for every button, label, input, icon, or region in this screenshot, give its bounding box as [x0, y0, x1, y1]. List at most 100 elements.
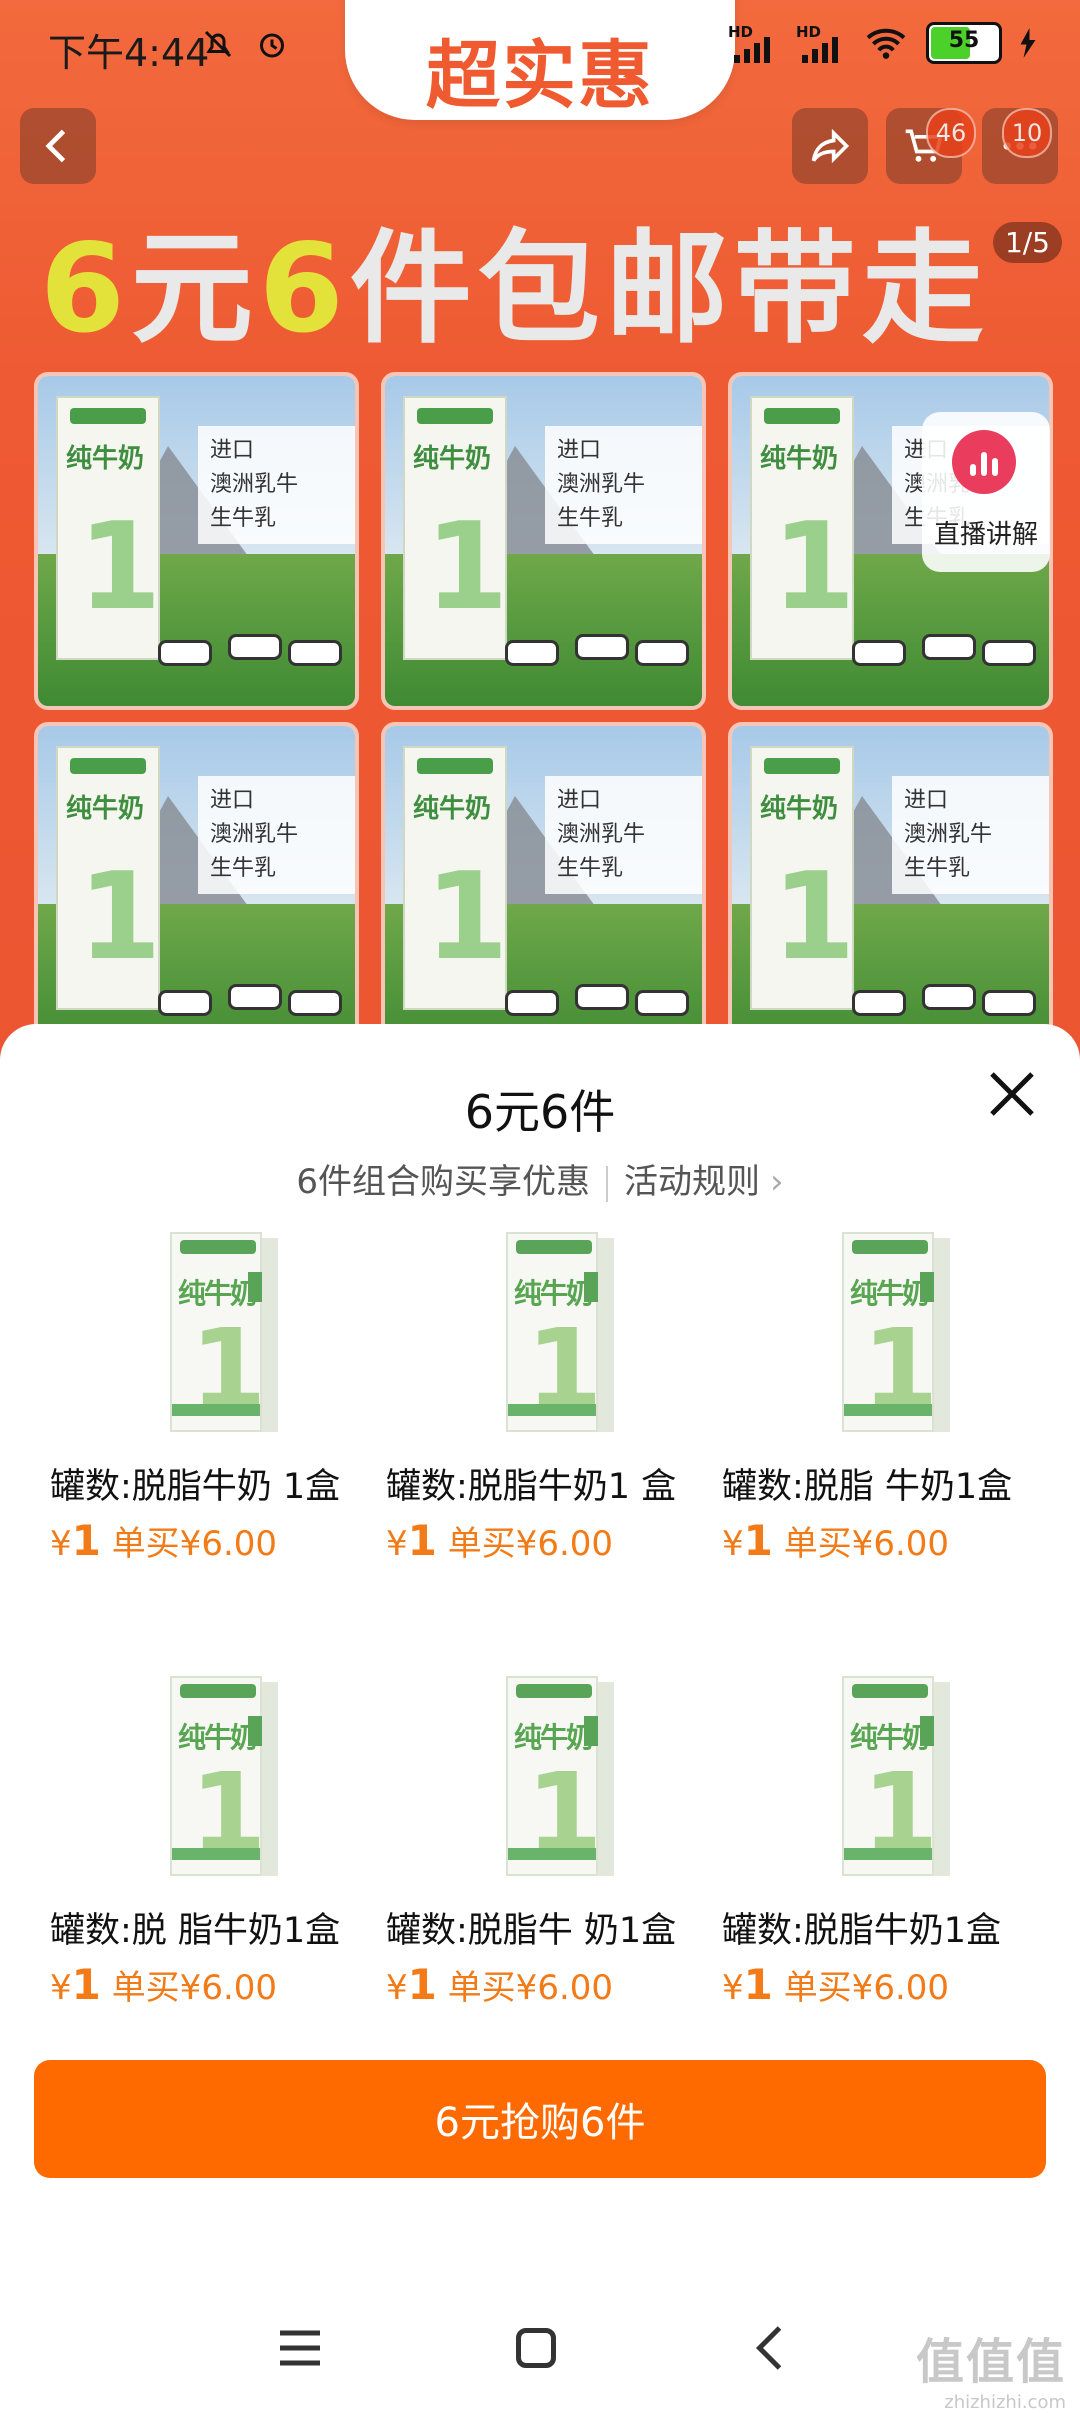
divider [606, 1165, 609, 1202]
item-price: ¥1 单买¥6.00 [50, 1960, 277, 2009]
chevron-left-icon [45, 129, 66, 163]
caption-line: 澳洲乳牛 [557, 472, 646, 497]
live-icon [952, 430, 1016, 494]
single-price: 单买¥6.00 [447, 1524, 614, 1564]
carton-number: 1 [78, 848, 162, 987]
hero-product-image: 纯牛奶 1 进口澳洲乳牛生牛乳 [381, 372, 706, 710]
hero-product-image: 纯牛奶 1 进口澳洲乳牛生牛乳 [34, 722, 359, 1060]
status-bar: 下午4:44 HD HD 55 [0, 0, 1080, 96]
carton-text: 纯牛奶 [760, 444, 839, 474]
menu-icon[interactable] [270, 2318, 330, 2378]
single-price: 单买¥6.00 [111, 1968, 278, 2008]
watermark-url: zhizhizhi.com [944, 2392, 1066, 2413]
share-icon [811, 128, 850, 164]
single-price: 单买¥6.00 [783, 1968, 950, 2008]
back-nav-icon[interactable] [742, 2318, 802, 2378]
milk-carton-thumbnail: 纯牛奶 1 [170, 1232, 278, 1432]
image-caption: 进口澳洲乳牛生牛乳 [545, 426, 702, 544]
image-caption: 进口澳洲乳牛生牛乳 [198, 776, 355, 894]
combo-bottom-sheet: 6元6件 6件组合购买享优惠 活动规则 › 纯牛奶 1 罐数:脱脂牛奶 1盒 ¥1 单买¥… [0, 1024, 1080, 2413]
image-caption: 进口澳洲乳牛生牛乳 [545, 776, 702, 894]
rules-link[interactable]: 活动规则 [624, 1162, 760, 1202]
carton-number: 1 [425, 848, 509, 987]
caption-line: 进口 [904, 788, 949, 813]
single-price: 单买¥6.00 [111, 1524, 278, 1564]
single-price: 单买¥6.00 [447, 1968, 614, 2008]
signal-icon: HD [796, 23, 846, 63]
status-icons [200, 26, 290, 62]
item-price: ¥1 单买¥6.00 [386, 1960, 613, 2009]
wifi-icon [866, 28, 906, 59]
currency-symbol: ¥ [386, 1968, 408, 2008]
milk-carton-image: 纯牛奶 1 [56, 746, 162, 1010]
live-explain-label: 直播讲解 [933, 520, 1038, 550]
chevron-right-icon: › [770, 1162, 784, 1202]
bell-muted-icon [204, 30, 232, 58]
image-caption: 进口澳洲乳牛生牛乳 [892, 776, 1049, 894]
currency-symbol: ¥ [50, 1524, 72, 1564]
milk-carton-thumbnail: 纯牛奶 1 [170, 1676, 278, 1876]
headline-number: 6 [40, 218, 131, 360]
more-count-badge: 10 [1002, 108, 1052, 158]
caption-line: 生牛乳 [904, 856, 971, 881]
hero-product-image: 纯牛奶 1 进口澳洲乳牛生牛乳 [381, 722, 706, 1060]
carton-number: 1 [78, 498, 162, 637]
battery-level: 55 [948, 28, 980, 53]
item-price: ¥1 单买¥6.00 [386, 1516, 613, 1565]
carton-text: 纯牛奶 [66, 444, 145, 474]
combo-description: 6件组合购买享优惠 [296, 1162, 591, 1202]
item-name: 罐数:脱脂牛奶1盒 [722, 1911, 1002, 1951]
milk-carton-image: 纯牛奶 1 [750, 396, 856, 660]
milk-carton-thumbnail: 纯牛奶 1 [506, 1232, 614, 1432]
currency-symbol: ¥ [722, 1524, 744, 1564]
caption-line: 生牛乳 [557, 856, 624, 881]
combo-price: 1 [743, 1516, 773, 1565]
caption-line: 生牛乳 [210, 856, 277, 881]
caption-line: 生牛乳 [557, 506, 624, 531]
item-name: 罐数:脱脂 牛奶1盒 [722, 1467, 1013, 1507]
single-price: 单买¥6.00 [783, 1524, 950, 1564]
currency-symbol: ¥ [722, 1968, 744, 2008]
currency-symbol: ¥ [386, 1524, 408, 1564]
milk-carton-image: 纯牛奶 1 [403, 746, 509, 1010]
milk-carton-thumbnail: 纯牛奶 1 [842, 1232, 950, 1432]
combo-price: 1 [71, 1516, 101, 1565]
item-name: 罐数:脱脂牛 奶1盒 [386, 1911, 677, 1951]
milk-carton-image: 纯牛奶 1 [750, 746, 856, 1010]
carton-text: 纯牛奶 [760, 794, 839, 824]
caption-line: 进口 [557, 438, 602, 463]
headline-number: 6 [258, 218, 350, 360]
caption-line: 澳洲乳牛 [904, 822, 993, 847]
combo-price: 1 [71, 1960, 101, 2009]
live-explain-button[interactable]: 直播讲解 [922, 412, 1050, 572]
caption-line: 进口 [210, 788, 255, 813]
share-button[interactable] [792, 108, 868, 184]
status-right: HD HD 55 [728, 22, 1036, 64]
close-icon[interactable] [982, 1064, 1042, 1124]
carton-number: 1 [425, 498, 509, 637]
currency-symbol: ¥ [50, 1968, 72, 2008]
buy-now-button[interactable]: 6元抢购6件 [34, 2060, 1046, 2178]
status-time: 下午4:44 [48, 31, 210, 75]
carton-number: 1 [772, 848, 856, 987]
milk-carton-thumbnail: 纯牛奶 1 [506, 1676, 614, 1876]
cart-count-badge: 46 [926, 108, 976, 158]
image-pager: 1/5 [992, 222, 1062, 263]
caption-line: 澳洲乳牛 [557, 822, 646, 847]
alarm-icon [260, 33, 284, 58]
combo-price: 1 [407, 1960, 437, 2009]
home-icon[interactable] [506, 2318, 566, 2378]
carton-text: 纯牛奶 [66, 794, 145, 824]
milk-carton-image: 纯牛奶 1 [56, 396, 162, 660]
back-button[interactable] [20, 108, 96, 184]
promo-headline: 6元6件包邮带走 [40, 190, 990, 367]
carton-number: 1 [772, 498, 856, 637]
hero-product-image: 纯牛奶 1 进口澳洲乳牛生牛乳 [728, 722, 1053, 1060]
item-name: 罐数:脱 脂牛奶1盒 [50, 1911, 341, 1951]
sheet-subtitle: 6件组合购买享优惠 活动规则 › [0, 1154, 1080, 1203]
battery-icon: 55 [926, 22, 1002, 64]
product-gallery[interactable]: 超实惠 下午4:44 HD HD 55 46 10 6元6件包邮带走 1/5 纯… [0, 0, 1080, 1080]
item-price: ¥1 单买¥6.00 [722, 1960, 949, 2009]
caption-line: 进口 [557, 788, 602, 813]
item-name: 罐数:脱脂牛奶 1盒 [50, 1467, 341, 1507]
